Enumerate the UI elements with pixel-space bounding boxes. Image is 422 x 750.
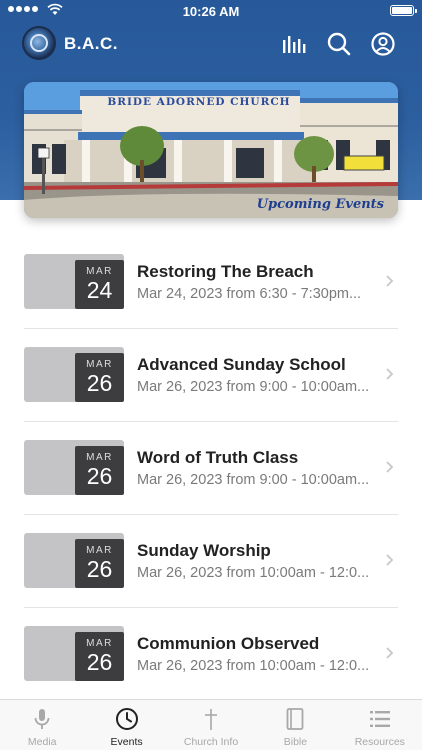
- chevron-right-icon: [386, 554, 394, 566]
- tab-resources[interactable]: Resources: [338, 700, 422, 750]
- bottom-tab-bar: Media Events Church Info Bible Resources: [0, 699, 422, 750]
- event-day: 26: [86, 649, 113, 675]
- tab-bible[interactable]: Bible: [253, 700, 337, 750]
- tab-label: Media: [27, 736, 57, 748]
- logo-icon[interactable]: [22, 26, 56, 60]
- chevron-right-icon: [386, 275, 394, 287]
- stats-icon[interactable]: [281, 31, 307, 57]
- event-date-badge: MAR 26: [75, 539, 124, 588]
- status-bar: 10:26 AM: [0, 0, 422, 22]
- tab-label: Resources: [354, 736, 405, 748]
- cross-icon: [205, 709, 218, 730]
- event-title: Word of Truth Class: [137, 448, 299, 467]
- event-subtitle: Mar 24, 2023 from 6:30 - 7:30pm...: [137, 286, 362, 302]
- event-month: MAR: [86, 638, 113, 649]
- event-subtitle: Mar 26, 2023 from 9:00 - 10:00am...: [137, 472, 370, 488]
- event-month: MAR: [86, 545, 113, 556]
- event-item[interactable]: MAR 24 Restoring The Breach Mar 24, 2023…: [0, 236, 422, 329]
- church-sign-text: BRIDE ADORNED CHURCH: [107, 96, 291, 108]
- book-icon: [287, 708, 304, 730]
- tab-label: Church Info: [183, 736, 239, 748]
- event-day: 26: [86, 370, 113, 396]
- event-date-badge: MAR 24: [75, 260, 124, 309]
- event-month: MAR: [86, 452, 113, 463]
- profile-icon[interactable]: [370, 31, 396, 57]
- app-title: B.A.C.: [64, 34, 118, 53]
- event-date-badge: MAR 26: [75, 446, 124, 495]
- event-date-badge: MAR 26: [75, 353, 124, 402]
- tab-church-info[interactable]: Church Info: [169, 700, 253, 750]
- event-item[interactable]: MAR 26 Communion Observed Mar 26, 2023 f…: [0, 608, 422, 701]
- chevron-right-icon: [386, 368, 394, 380]
- tab-label: Events: [110, 736, 143, 748]
- event-title: Sunday Worship: [137, 541, 271, 560]
- clock-icon: [115, 708, 138, 730]
- list-icon: [369, 711, 390, 727]
- event-day: 26: [86, 463, 113, 489]
- event-title: Communion Observed: [137, 634, 320, 653]
- battery-icon: [390, 5, 417, 16]
- event-subtitle: Mar 26, 2023 from 10:00am - 12:0...: [137, 565, 370, 581]
- tab-label: Bible: [283, 736, 308, 748]
- event-subtitle: Mar 26, 2023 from 9:00 - 10:00am...: [137, 379, 370, 395]
- event-title: Advanced Sunday School: [137, 355, 346, 374]
- event-item[interactable]: MAR 26 Word of Truth Class Mar 26, 2023 …: [0, 422, 422, 515]
- search-icon[interactable]: [326, 31, 352, 57]
- tab-events[interactable]: Events: [84, 700, 168, 750]
- top-nav-bar: B.A.C.: [0, 24, 422, 64]
- event-title: Restoring The Breach: [137, 262, 314, 281]
- event-item[interactable]: MAR 26 Sunday Worship Mar 26, 2023 from …: [0, 515, 422, 608]
- event-day: 24: [86, 277, 113, 303]
- event-item[interactable]: MAR 26 Advanced Sunday School Mar 26, 20…: [0, 329, 422, 422]
- church-banner[interactable]: BRIDE ADORNED CHURCH Upcoming Events: [24, 82, 398, 218]
- event-subtitle: Mar 26, 2023 from 10:00am - 12:0...: [137, 658, 370, 674]
- event-date-badge: MAR 26: [75, 632, 124, 681]
- event-month: MAR: [86, 359, 113, 370]
- microphone-icon: [34, 709, 50, 729]
- chevron-right-icon: [386, 647, 394, 659]
- status-time: 10:26 AM: [182, 4, 240, 19]
- event-month: MAR: [86, 266, 113, 277]
- tab-media[interactable]: Media: [0, 700, 84, 750]
- banner-caption: Upcoming Events: [256, 197, 384, 212]
- events-list: MAR 24 Restoring The Breach Mar 24, 2023…: [0, 236, 422, 701]
- chevron-right-icon: [386, 461, 394, 473]
- event-day: 26: [86, 556, 113, 582]
